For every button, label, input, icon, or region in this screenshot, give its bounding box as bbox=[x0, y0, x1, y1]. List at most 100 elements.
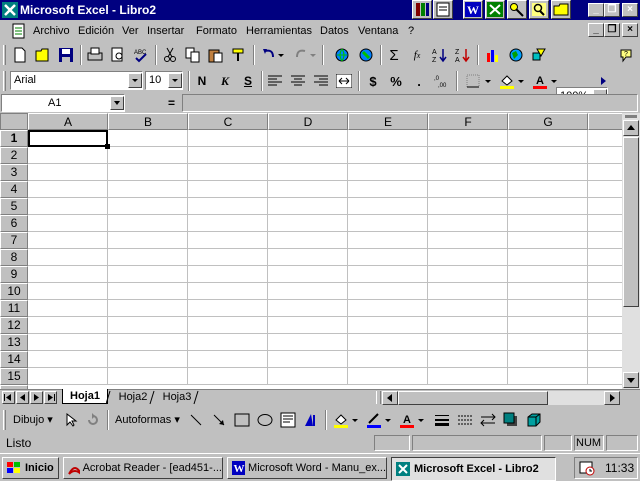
cell[interactable] bbox=[508, 368, 588, 385]
cell[interactable] bbox=[108, 215, 188, 232]
scroll-thumb[interactable] bbox=[623, 137, 639, 307]
menu-help[interactable]: ? bbox=[408, 24, 414, 38]
row-header[interactable]: 14 bbox=[0, 351, 28, 368]
toolbar-grip[interactable] bbox=[3, 410, 6, 430]
cell[interactable] bbox=[348, 317, 428, 334]
find-icon[interactable] bbox=[529, 0, 549, 19]
arrow-style-icon[interactable] bbox=[477, 409, 499, 431]
split-box[interactable] bbox=[625, 115, 637, 118]
cell[interactable] bbox=[508, 164, 588, 181]
folder-icon[interactable] bbox=[551, 0, 571, 19]
cell[interactable] bbox=[28, 266, 108, 283]
cell[interactable] bbox=[508, 198, 588, 215]
row-header[interactable]: 3 bbox=[0, 164, 28, 181]
line-color-icon[interactable] bbox=[363, 409, 385, 431]
select-objects-icon[interactable] bbox=[60, 409, 82, 431]
row-header[interactable]: 15 bbox=[0, 368, 28, 385]
name-box[interactable]: A1 bbox=[1, 94, 125, 112]
column-header-g[interactable]: G bbox=[508, 113, 588, 130]
open-icon[interactable] bbox=[32, 44, 54, 66]
active-cell-a1[interactable] bbox=[28, 130, 108, 147]
prev-sheet-icon[interactable] bbox=[16, 391, 29, 404]
fill-draw-dropdown-icon[interactable] bbox=[350, 409, 360, 431]
cell[interactable] bbox=[268, 198, 348, 215]
row-header[interactable]: 6 bbox=[0, 215, 28, 232]
cell[interactable] bbox=[428, 198, 508, 215]
cell[interactable] bbox=[588, 351, 622, 368]
cell[interactable] bbox=[268, 164, 348, 181]
cell[interactable] bbox=[28, 300, 108, 317]
copy-icon[interactable] bbox=[182, 44, 204, 66]
doc-close-button[interactable]: × bbox=[622, 23, 638, 37]
scroll-up-button[interactable] bbox=[623, 120, 639, 136]
more-buttons-icon[interactable] bbox=[592, 70, 614, 92]
row-header[interactable]: 10 bbox=[0, 283, 28, 300]
horizontal-scroll-track[interactable] bbox=[398, 391, 604, 405]
cell[interactable] bbox=[588, 283, 622, 300]
excel-quick-icon[interactable] bbox=[485, 0, 505, 19]
cell[interactable] bbox=[348, 266, 428, 283]
cell[interactable] bbox=[348, 232, 428, 249]
rectangle-icon[interactable] bbox=[231, 409, 253, 431]
fill-dropdown-icon[interactable] bbox=[516, 70, 526, 92]
menu-herramientas[interactable]: Herramientas bbox=[246, 24, 312, 38]
cell[interactable] bbox=[508, 334, 588, 351]
font-color-draw-dropdown-icon[interactable] bbox=[416, 409, 426, 431]
cell[interactable] bbox=[348, 300, 428, 317]
chart-wizard-icon[interactable] bbox=[482, 44, 504, 66]
paste-icon[interactable] bbox=[205, 44, 227, 66]
cell[interactable] bbox=[268, 283, 348, 300]
cell[interactable] bbox=[348, 249, 428, 266]
cell[interactable] bbox=[508, 181, 588, 198]
cell[interactable] bbox=[268, 266, 348, 283]
horizontal-scroll-thumb[interactable] bbox=[398, 391, 548, 405]
title-bar[interactable]: Microsoft Excel - Libro2 W _ ❐ × bbox=[0, 0, 640, 20]
cell[interactable] bbox=[428, 215, 508, 232]
row-header[interactable]: 1 bbox=[0, 130, 28, 147]
cell[interactable] bbox=[28, 164, 108, 181]
cell[interactable] bbox=[268, 232, 348, 249]
cell[interactable] bbox=[588, 215, 622, 232]
line-icon[interactable] bbox=[185, 409, 207, 431]
cell[interactable] bbox=[508, 351, 588, 368]
hyperlink-icon[interactable] bbox=[331, 44, 353, 66]
cell[interactable] bbox=[588, 232, 622, 249]
column-header-f[interactable]: F bbox=[428, 113, 508, 130]
cell[interactable] bbox=[428, 368, 508, 385]
menu-archivo[interactable]: Archivo bbox=[33, 24, 70, 38]
cell[interactable] bbox=[588, 130, 622, 147]
cell[interactable] bbox=[28, 215, 108, 232]
scroll-down-button[interactable] bbox=[623, 372, 639, 388]
select-all-corner[interactable] bbox=[0, 113, 28, 130]
cell[interactable] bbox=[188, 334, 268, 351]
column-header-partial[interactable] bbox=[588, 113, 622, 130]
cell[interactable] bbox=[188, 232, 268, 249]
cell[interactable] bbox=[348, 147, 428, 164]
cell[interactable] bbox=[508, 249, 588, 266]
cell[interactable] bbox=[348, 283, 428, 300]
cell[interactable] bbox=[108, 181, 188, 198]
cell[interactable] bbox=[508, 215, 588, 232]
row-header[interactable]: 11 bbox=[0, 300, 28, 317]
row-header[interactable]: 8 bbox=[0, 249, 28, 266]
cell[interactable] bbox=[348, 198, 428, 215]
drawing-icon[interactable] bbox=[528, 44, 550, 66]
menu-formato[interactable]: Formato bbox=[196, 24, 237, 38]
cell[interactable] bbox=[428, 130, 508, 147]
column-header-c[interactable]: C bbox=[188, 113, 268, 130]
borders-dropdown-icon[interactable] bbox=[483, 70, 493, 92]
cell[interactable] bbox=[28, 334, 108, 351]
cell[interactable] bbox=[428, 266, 508, 283]
line-style-icon[interactable] bbox=[431, 409, 453, 431]
column-header-b[interactable]: B bbox=[108, 113, 188, 130]
cell[interactable] bbox=[28, 249, 108, 266]
cell[interactable] bbox=[188, 249, 268, 266]
cell[interactable] bbox=[108, 351, 188, 368]
menu-edicion[interactable]: Edición bbox=[78, 24, 114, 38]
cell[interactable] bbox=[268, 249, 348, 266]
3d-icon[interactable] bbox=[523, 409, 545, 431]
cell[interactable] bbox=[588, 181, 622, 198]
font-color-icon[interactable]: A bbox=[529, 70, 551, 92]
last-sheet-icon[interactable] bbox=[44, 391, 57, 404]
row-header[interactable]: 5 bbox=[0, 198, 28, 215]
